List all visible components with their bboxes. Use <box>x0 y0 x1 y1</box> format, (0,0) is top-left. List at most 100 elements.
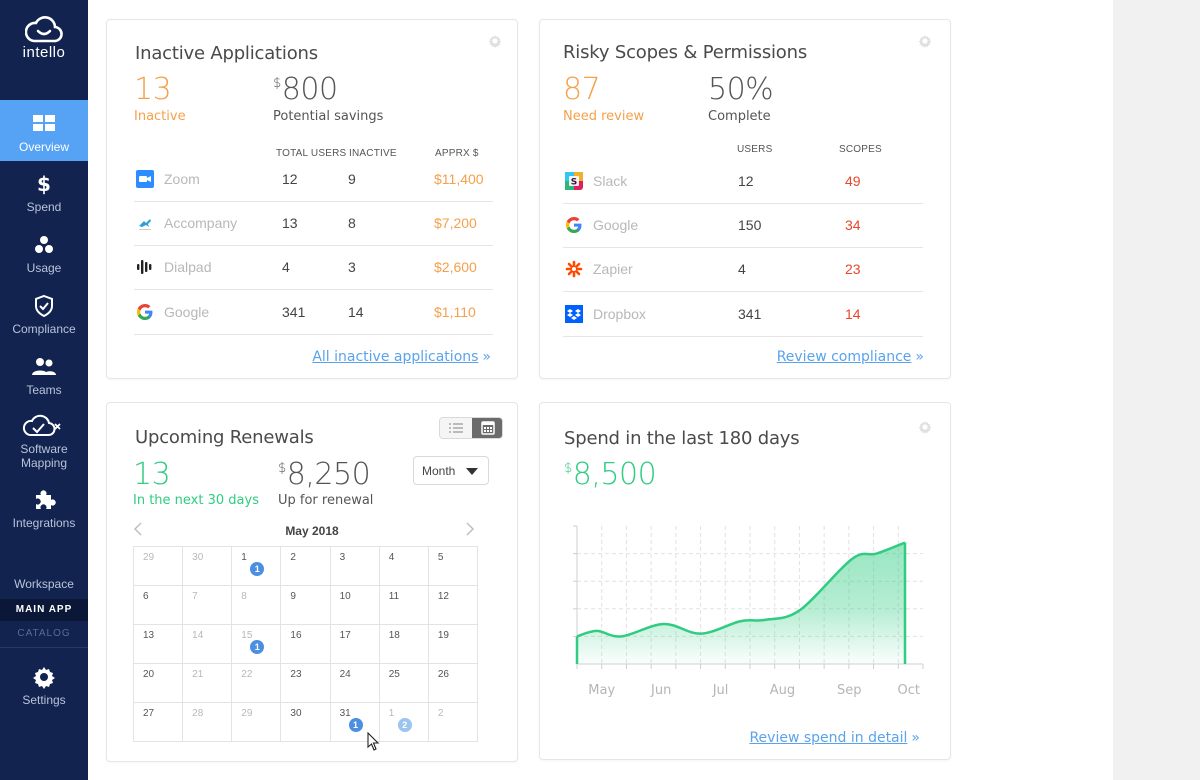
calendar-day-number: 30 <box>290 708 302 719</box>
chevron-left-icon <box>134 522 142 536</box>
brand-logo[interactable]: intello <box>0 14 88 61</box>
link-text[interactable]: All inactive applications <box>312 349 478 365</box>
calendar-day[interactable]: 3 <box>330 547 380 586</box>
calendar-day[interactable]: 30 <box>183 547 233 586</box>
calendar-day[interactable]: 24 <box>330 664 380 703</box>
calendar-day[interactable]: 11 <box>379 586 429 625</box>
calendar-day[interactable]: 19 <box>428 625 478 664</box>
calendar-day-number: 28 <box>192 708 204 719</box>
calendar-day[interactable]: 15 1 <box>232 625 282 664</box>
table-row[interactable]: Zoom 12 9 $11,400 <box>134 158 493 202</box>
app-name: Dropbox <box>593 306 646 322</box>
calendar-day-number: 23 <box>290 669 302 680</box>
calendar-day[interactable]: 29 <box>232 703 282 742</box>
sidebar-item-teams[interactable]: Teams <box>0 355 88 397</box>
renewal-count-badge[interactable]: 1 <box>348 718 363 732</box>
review-spend-link[interactable]: Review spend in detail» <box>749 730 920 746</box>
calendar-day[interactable]: 25 <box>379 664 429 703</box>
calendar-view-button[interactable] <box>472 418 502 438</box>
inactive-applications-card: Inactive Applications 13 Inactive $800 P… <box>106 19 518 379</box>
card-settings-gear-icon[interactable] <box>488 34 502 48</box>
sidebar-item-software-mapping[interactable]: Software Mapping <box>0 414 88 470</box>
card-title: Upcoming Renewals <box>135 427 314 448</box>
renewal-count-badge[interactable]: 2 <box>397 718 412 732</box>
table-row[interactable]: Dropbox 341 14 <box>563 293 923 337</box>
renewal-count-badge[interactable]: 1 <box>250 562 265 576</box>
calendar-day[interactable]: 4 <box>379 547 429 586</box>
table-row[interactable]: S Slack 12 49 <box>563 160 923 204</box>
calendar-day-number: 13 <box>143 630 155 641</box>
all-inactive-applications-link[interactable]: All inactive applications» <box>312 349 491 365</box>
gear-icon <box>33 667 55 689</box>
apprx-cost: $7,200 <box>434 215 477 231</box>
table-row[interactable]: Dialpad 4 3 $2,600 <box>134 246 493 290</box>
calendar-day[interactable]: 28 <box>183 703 233 742</box>
total-users: 341 <box>282 304 306 320</box>
column-header-users: USERS <box>737 144 773 155</box>
calendar-day[interactable]: 2 <box>281 547 331 586</box>
calendar-day[interactable]: 6 <box>134 586 184 625</box>
calendar-day[interactable]: 5 <box>428 547 478 586</box>
sidebar-item-label: Integrations <box>12 516 76 530</box>
calendar-day[interactable]: 26 <box>428 664 478 703</box>
sidebar-item-compliance[interactable]: Compliance <box>0 294 88 336</box>
period-select[interactable]: Month <box>413 456 489 485</box>
calendar-day[interactable]: 2 <box>428 703 478 742</box>
calendar-day[interactable]: 12 <box>379 703 429 742</box>
workspace-main-app[interactable]: MAIN APP <box>0 599 88 621</box>
table-row[interactable]: Zapier 4 23 <box>563 248 923 292</box>
next-month-button[interactable] <box>465 522 475 541</box>
table-row[interactable]: Google 341 14 $1,110 <box>134 291 493 335</box>
workspace-catalog[interactable]: CATALOG <box>0 624 88 644</box>
sidebar-item-overview[interactable]: Overview <box>0 100 88 161</box>
inactive-users: 8 <box>348 215 356 231</box>
sidebar-item-label: Settings <box>22 693 66 707</box>
calendar-day[interactable]: 9 <box>281 586 331 625</box>
sidebar-item-settings[interactable]: Settings <box>0 665 88 707</box>
sidebar-item-spend[interactable]: $ Spend <box>0 172 88 214</box>
link-text[interactable]: Review compliance <box>777 349 912 365</box>
calendar-day[interactable]: 14 <box>183 625 233 664</box>
calendar-day-number: 1 <box>241 552 247 563</box>
dollar-icon: $ <box>37 172 51 196</box>
calendar-day[interactable]: 30 <box>281 703 331 742</box>
calendar-day[interactable]: 12 <box>428 586 478 625</box>
previous-month-button[interactable] <box>133 522 143 541</box>
review-compliance-link[interactable]: Review compliance» <box>777 349 924 365</box>
calendar-day[interactable]: 17 <box>330 625 380 664</box>
spend-area-chart: May Jun Jul Aug Sep Oct <box>573 525 924 698</box>
card-settings-gear-icon[interactable] <box>918 34 932 48</box>
table-row[interactable]: Accompany 13 8 $7,200 <box>134 202 493 246</box>
calendar-day[interactable]: 27 <box>134 703 184 742</box>
calendar-day[interactable]: 11 <box>232 547 282 586</box>
calendar-day[interactable]: 18 <box>379 625 429 664</box>
link-text[interactable]: Review spend in detail <box>749 730 907 746</box>
calendar-day[interactable]: 29 <box>134 547 184 586</box>
calendar-day[interactable]: 13 <box>134 625 184 664</box>
calendar-day-number: 29 <box>241 708 253 719</box>
calendar-day-number: 22 <box>241 669 253 680</box>
svg-text:$: $ <box>37 172 51 196</box>
zapier-icon <box>565 260 583 278</box>
calendar-day[interactable]: 8 <box>232 586 282 625</box>
calendar-day-number: 20 <box>143 669 155 680</box>
apprx-cost: $2,600 <box>434 259 477 275</box>
sidebar-item-label: Mapping <box>20 456 68 470</box>
sidebar-item-integrations[interactable]: Integrations <box>0 488 88 530</box>
app-name: Zapier <box>593 261 633 277</box>
calendar-day[interactable]: 22 <box>232 664 282 703</box>
calendar-day[interactable]: 16 <box>281 625 331 664</box>
sidebar-item-usage[interactable]: Usage <box>0 233 88 275</box>
table-row[interactable]: Google 150 34 <box>563 204 923 248</box>
list-view-button[interactable] <box>440 418 472 438</box>
calendar-day-number: 26 <box>437 669 449 680</box>
renewal-count-badge[interactable]: 1 <box>250 640 265 654</box>
dots-icon <box>35 236 53 253</box>
calendar-day[interactable]: 21 <box>183 664 233 703</box>
sidebar-divider <box>0 647 88 648</box>
calendar-day[interactable]: 7 <box>183 586 233 625</box>
calendar-day[interactable]: 10 <box>330 586 380 625</box>
calendar-day[interactable]: 20 <box>134 664 184 703</box>
users-count: 4 <box>738 261 746 277</box>
calendar-day[interactable]: 23 <box>281 664 331 703</box>
